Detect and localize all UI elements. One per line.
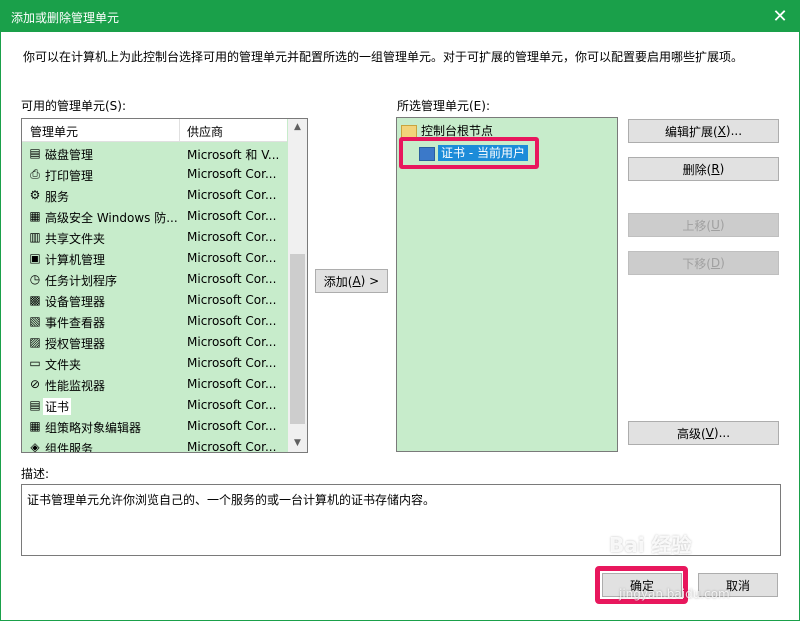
list-item[interactable]: ◈ 组件服务 Microsoft Cor...	[22, 437, 287, 453]
column-divider[interactable]	[179, 119, 180, 141]
instructions-text: 你可以在计算机上为此控制台选择可用的管理单元并配置所选的一组管理单元。对于可扩展…	[23, 50, 744, 64]
list-item-name: 证书	[43, 398, 72, 415]
list-item[interactable]: ⚙ 服务 Microsoft Cor...	[22, 185, 287, 206]
title-bar[interactable]: 添加或删除管理单元 ✕	[1, 1, 799, 32]
tree-node-certificates-current-user[interactable]: 证书 - 当前用户	[419, 144, 528, 161]
list-item-name: 共享文件夹	[45, 232, 106, 246]
selected-snapins-tree[interactable]: 控制台根节点 证书 - 当前用户	[396, 117, 618, 452]
add-button[interactable]: 添加(A) >	[315, 269, 388, 293]
firewall-icon: ▦	[29, 209, 41, 223]
list-item-vendor: Microsoft Cor...	[187, 335, 277, 349]
printer-icon: ⎙	[30, 167, 40, 181]
move-up-button[interactable]: 上移(U)	[628, 213, 779, 237]
remove-button[interactable]: 删除(R)	[628, 157, 779, 181]
list-item-name: 性能监视器	[45, 379, 106, 393]
list-item-name: 事件查看器	[45, 316, 106, 330]
list-item[interactable]: ▣ 计算机管理 Microsoft Cor...	[22, 248, 287, 269]
list-item-name: 组策略对象编辑器	[45, 421, 142, 435]
list-item-vendor: Microsoft Cor...	[187, 377, 277, 391]
close-button[interactable]: ✕	[767, 4, 793, 28]
column-header-snapin[interactable]: 管理单元	[30, 123, 78, 140]
available-snapins-label: 可用的管理单元(S):	[21, 99, 127, 113]
window-title: 添加或删除管理单元	[11, 11, 120, 25]
move-down-button[interactable]: 下移(D)	[628, 251, 779, 275]
vertical-scrollbar[interactable]: ▲ ▼	[288, 119, 307, 452]
list-item-vendor: Microsoft Cor...	[187, 188, 277, 202]
advanced-button[interactable]: 高级(V)...	[628, 421, 779, 445]
description-label: 描述:	[21, 467, 50, 481]
list-item[interactable]: ▧ 事件查看器 Microsoft Cor...	[22, 311, 287, 332]
list-item-vendor: Microsoft Cor...	[187, 440, 277, 453]
list-item-name: 打印管理	[45, 169, 94, 183]
shared-folder-icon: ▥	[29, 230, 41, 244]
event-viewer-icon: ▧	[29, 314, 41, 328]
list-item[interactable]: ▦ 组策略对象编辑器 Microsoft Cor...	[22, 416, 287, 437]
baidu-watermark: Bai 经验	[609, 533, 692, 557]
list-item[interactable]: ▤ 证书 Microsoft Cor...	[22, 395, 287, 416]
list-item-vendor: Microsoft Cor...	[187, 209, 277, 223]
list-item-vendor: Microsoft Cor...	[187, 398, 277, 412]
available-snapins-list[interactable]: 管理单元 供应商 ▤ 磁盘管理 Microsoft 和 V... ⎙ 打印管理 Micro…	[21, 118, 308, 453]
list-item[interactable]: ▨ 授权管理器 Microsoft Cor...	[22, 332, 287, 353]
list-item[interactable]: ▤ 磁盘管理 Microsoft 和 V...	[22, 143, 287, 164]
component-icon: ◈	[30, 440, 40, 453]
list-item-name: 磁盘管理	[45, 148, 94, 162]
list-item-vendor: Microsoft Cor...	[187, 272, 277, 286]
scroll-up-arrow-icon[interactable]: ▲	[288, 119, 307, 136]
computer-icon: ▣	[29, 251, 41, 265]
list-item[interactable]: ▥ 共享文件夹 Microsoft Cor...	[22, 227, 287, 248]
list-item-name: 组件服务	[45, 442, 94, 453]
list-item-name: 服务	[45, 190, 70, 204]
list-item[interactable]: ◷ 任务计划程序 Microsoft Cor...	[22, 269, 287, 290]
list-header: 管理单元 供应商	[22, 119, 287, 142]
list-item[interactable]: ⊘ 性能监视器 Microsoft Cor...	[22, 374, 287, 395]
list-item-vendor: Microsoft Cor...	[187, 167, 277, 181]
policy-editor-icon: ▦	[29, 419, 41, 433]
list-item-name: 高级安全 Windows 防...	[45, 211, 178, 225]
performance-icon: ⊘	[29, 377, 41, 391]
list-item[interactable]: ▦ 高级安全 Windows 防... Microsoft Cor...	[22, 206, 287, 227]
selected-snapins-label: 所选管理单元(E):	[397, 99, 490, 113]
list-item[interactable]: ⎙ 打印管理 Microsoft Cor...	[22, 164, 287, 185]
edit-extensions-button[interactable]: 编辑扩展(X)...	[628, 119, 779, 143]
scroll-down-arrow-icon[interactable]: ▼	[288, 435, 307, 452]
list-item[interactable]: ▩ 设备管理器 Microsoft Cor...	[22, 290, 287, 311]
list-item[interactable]: ▭ 文件夹 Microsoft Cor...	[22, 353, 287, 374]
list-item-vendor: Microsoft Cor...	[187, 314, 277, 328]
list-item-vendor: Microsoft Cor...	[187, 293, 277, 307]
list-item-name: 计算机管理	[45, 253, 106, 267]
list-item-name: 任务计划程序	[45, 274, 118, 288]
clock-icon: ◷	[29, 272, 41, 286]
description-text: 证书管理单元允许你浏览自己的、一个服务的或一台计算机的证书存储内容。	[27, 493, 436, 507]
certificate-icon	[419, 146, 435, 161]
column-header-vendor[interactable]: 供应商	[187, 123, 223, 140]
authorization-icon: ▨	[29, 335, 41, 349]
gear-icon: ⚙	[29, 188, 41, 202]
certificate-icon: ▤	[29, 398, 41, 412]
list-item-vendor: Microsoft Cor...	[187, 230, 277, 244]
list-item-vendor: Microsoft Cor...	[187, 419, 277, 433]
folder-icon: ▭	[29, 356, 41, 370]
list-item-name: 设备管理器	[45, 295, 106, 309]
list-item-name: 文件夹	[45, 358, 82, 372]
device-icon: ▩	[29, 293, 41, 307]
list-item-vendor: Microsoft Cor...	[187, 356, 277, 370]
list-item-name: 授权管理器	[45, 337, 106, 351]
scrollbar-thumb[interactable]	[290, 254, 305, 424]
list-item-vendor: Microsoft Cor...	[187, 251, 277, 265]
add-remove-snapins-dialog: 添加或删除管理单元 ✕ 你可以在计算机上为此控制台选择可用的管理单元并配置所选的…	[0, 0, 800, 621]
baidu-watermark-url: jingyan.baidu.com	[619, 587, 730, 601]
close-icon: ✕	[772, 5, 788, 27]
list-item-vendor: Microsoft 和 V...	[187, 148, 280, 162]
disk-icon: ▤	[29, 146, 41, 160]
